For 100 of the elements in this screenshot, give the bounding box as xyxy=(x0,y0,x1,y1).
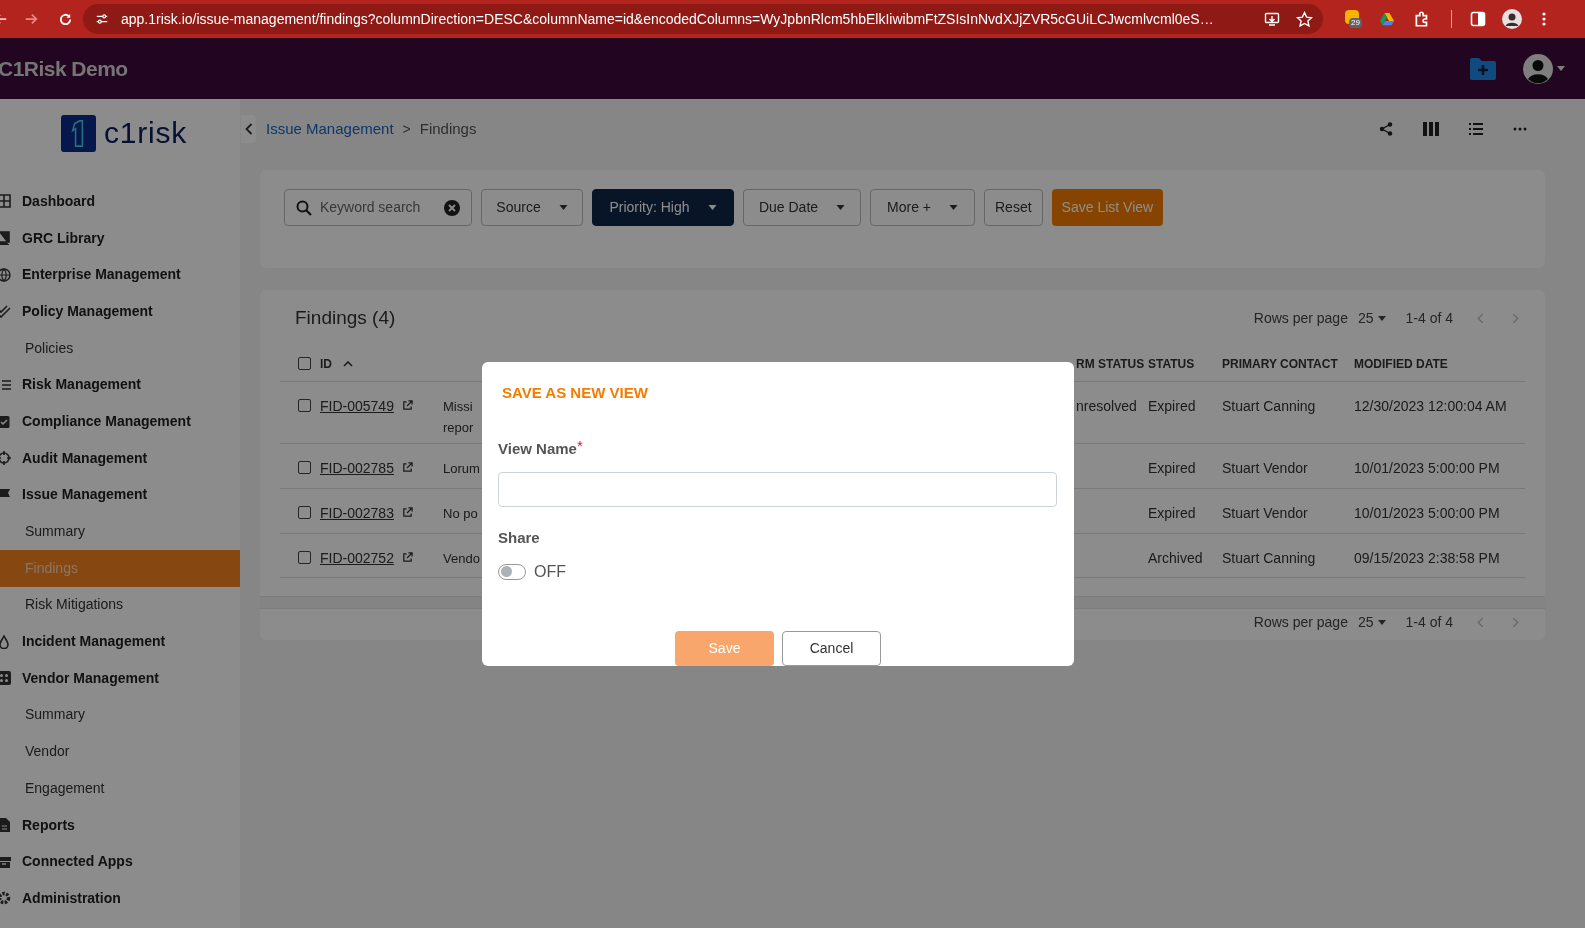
sort-ascending-icon[interactable] xyxy=(343,360,353,367)
caret-icon xyxy=(949,205,958,210)
external-link-icon[interactable] xyxy=(401,462,413,473)
table-cell: Stuart Vendor xyxy=(1222,460,1308,476)
table-cell: 10/01/2023 5:00:00 PM xyxy=(1354,460,1500,476)
sidebar-item[interactable]: Reports xyxy=(0,806,240,844)
field-label: Share xyxy=(498,528,541,548)
menu-icon[interactable] xyxy=(1542,11,1546,27)
table-cell-text: repor xyxy=(443,419,475,437)
sidebar-item[interactable]: Engagement xyxy=(0,770,240,807)
chevron-left-icon xyxy=(244,123,253,135)
table-cell: 10/01/2023 5:00:00 PM xyxy=(1354,505,1500,521)
caret-icon xyxy=(707,205,717,210)
drive-icon[interactable] xyxy=(1379,11,1395,27)
dialog-title: SAVE AS NEW VIEW xyxy=(501,383,649,403)
address-bar[interactable]: app.1risk.io/issue-management/findings?columnDirection=DESC&columnName=id&encodedColumns=WyJpbnRlcm5hbElkIiwibmFtZSIsInNvdXJjZVR5cGUiLCJwcmlvcml0eS… xyxy=(83,4,1323,34)
table-cell: Stuart Vendor xyxy=(1222,505,1308,521)
sidebar-item[interactable]: Dashboard xyxy=(0,183,240,220)
sidebar-item[interactable]: Incident Management xyxy=(0,623,240,660)
clear-icon[interactable] xyxy=(444,199,460,216)
sidebar-item[interactable]: Vendor xyxy=(0,733,240,770)
filter-dropdown[interactable]: Priority: High xyxy=(592,189,734,226)
column-header[interactable]: ID xyxy=(320,354,332,373)
reload-icon[interactable] xyxy=(58,11,73,27)
checkbox[interactable] xyxy=(298,506,311,519)
checkbox[interactable] xyxy=(298,357,311,370)
bookmark-star-icon[interactable] xyxy=(1296,10,1313,28)
panel-title: Findings (4) xyxy=(295,305,396,330)
column-header[interactable]: PRIMARY CONTACT xyxy=(1222,354,1338,373)
sidebar-item[interactable]: Summary xyxy=(0,696,240,734)
toggle-state-label: OFF xyxy=(534,561,566,582)
more-icon[interactable] xyxy=(1513,127,1527,131)
sidebar-item[interactable]: Connected Apps xyxy=(0,843,240,881)
column-header[interactable]: STATUS xyxy=(1148,354,1195,373)
table-cell-text: Lorum xyxy=(443,460,481,478)
sidebar-item[interactable]: Vendor Management xyxy=(0,659,240,697)
forward-icon[interactable] xyxy=(24,12,38,26)
sidebar-item[interactable]: Policies xyxy=(0,329,240,367)
checkbox[interactable] xyxy=(298,461,311,474)
external-link-icon[interactable] xyxy=(401,552,413,563)
finding-id-link[interactable]: FID-002783 xyxy=(320,503,394,524)
rows-per-page-label: Rows per page xyxy=(1253,308,1348,328)
badge-count: 29 xyxy=(1349,18,1362,28)
sidebar-item[interactable]: Risk Management xyxy=(0,366,240,404)
filter-dropdown[interactable]: Source xyxy=(481,189,583,226)
page-range: 1-4 of 4 xyxy=(1405,613,1453,632)
sidebar-item[interactable]: Administration xyxy=(0,880,240,917)
external-link-icon[interactable] xyxy=(401,400,413,411)
sidebar-item[interactable]: Compliance Management xyxy=(0,403,240,440)
list-icon[interactable] xyxy=(1469,123,1483,135)
toggle-switch[interactable] xyxy=(498,563,526,580)
sidebar-item[interactable]: Issue Management xyxy=(0,476,240,514)
view-name-input[interactable] xyxy=(498,472,1057,507)
search-icon xyxy=(296,199,312,216)
external-link-icon[interactable] xyxy=(401,507,413,518)
caret-icon xyxy=(1377,315,1386,321)
table-cell: nresolved xyxy=(1076,398,1137,414)
reset-button[interactable]: Reset xyxy=(984,189,1043,226)
table-cell: Archived xyxy=(1148,550,1203,566)
profile-avatar-icon[interactable] xyxy=(1502,9,1522,29)
checkbox[interactable] xyxy=(298,399,311,412)
search-input[interactable]: Keyword search xyxy=(320,197,444,218)
breadcrumb-link[interactable]: Issue Management xyxy=(266,117,394,141)
finding-id-link[interactable]: FID-002752 xyxy=(320,548,394,569)
caret-icon xyxy=(558,205,568,210)
columns-icon[interactable] xyxy=(1423,122,1439,136)
sidebar-item[interactable]: GRC Library xyxy=(0,219,240,257)
filter-dropdown[interactable]: More + xyxy=(870,189,975,226)
page-range: 1-4 of 4 xyxy=(1405,308,1453,328)
table-cell: 12/30/2023 12:00:04 AM xyxy=(1354,398,1507,414)
search-field[interactable]: Keyword search xyxy=(284,189,472,226)
sidebar-item[interactable]: Policy Management xyxy=(0,293,240,330)
side-panel-icon[interactable] xyxy=(1470,11,1486,27)
rows-per-page-dropdown[interactable]: 25 xyxy=(1357,307,1386,329)
column-header[interactable]: MODIFIED DATE xyxy=(1354,354,1448,373)
caret-icon xyxy=(836,205,846,210)
filter-dropdown[interactable]: Due Date xyxy=(743,189,861,226)
table-cell-text: Missi xyxy=(443,398,474,416)
rows-per-page-dropdown[interactable]: 25 xyxy=(1357,612,1386,633)
sidebar-item[interactable]: Enterprise Management xyxy=(0,256,240,294)
logo-text: c1risk xyxy=(104,118,187,148)
table-cell: Expired xyxy=(1148,398,1196,414)
finding-id-link[interactable]: FID-002785 xyxy=(320,458,394,479)
install-icon[interactable] xyxy=(1264,11,1280,27)
sidebar-item[interactable]: Audit Management xyxy=(0,439,240,477)
collapse-button[interactable] xyxy=(241,115,256,143)
share-icon[interactable] xyxy=(1379,122,1393,136)
column-header[interactable]: RM STATUS xyxy=(1076,354,1145,373)
cancel-button[interactable]: Cancel xyxy=(782,630,881,666)
sidebar-item[interactable]: Risk Mitigations xyxy=(0,586,240,624)
rows-per-page-label: Rows per page xyxy=(1253,613,1348,632)
checkbox[interactable] xyxy=(298,551,311,564)
sidebar-item[interactable]: Summary xyxy=(0,513,240,550)
table-cell: Stuart Canning xyxy=(1222,550,1316,566)
finding-id-link[interactable]: FID-005749 xyxy=(320,396,394,417)
breadcrumb-separator: > xyxy=(402,119,411,139)
user-menu[interactable] xyxy=(1523,53,1565,84)
site-settings-icon[interactable] xyxy=(95,12,109,26)
table-cell-text: Vendo xyxy=(443,550,481,568)
user-avatar-icon xyxy=(1523,53,1553,84)
